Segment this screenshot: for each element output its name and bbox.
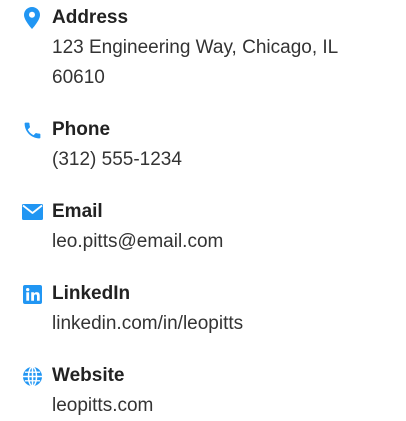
globe-icon — [18, 364, 46, 388]
contact-label: Address — [52, 7, 129, 28]
phone-icon — [18, 118, 46, 142]
contact-label: LinkedIn — [52, 283, 131, 304]
contact-label: Email — [52, 201, 103, 222]
envelope-icon — [18, 200, 46, 224]
contact-label: Website — [52, 365, 125, 386]
linkedin-icon — [18, 282, 46, 306]
contact-value-phone[interactable]: (312) 555-1234 — [52, 145, 392, 175]
contact-value-linkedin[interactable]: linkedin.com/in/leopitts — [52, 309, 392, 339]
contact-label: Phone — [52, 119, 111, 140]
contact-value-website[interactable]: leopitts.com — [52, 391, 392, 421]
contact-list: Address 123 Engineering Way, Chicago, IL… — [0, 0, 406, 419]
contact-value-email[interactable]: leo.pitts@email.com — [52, 227, 392, 257]
contact-value-address: 123 Engineering Way, Chicago, IL 60610 — [52, 37, 338, 88]
map-pin-icon — [18, 6, 46, 30]
